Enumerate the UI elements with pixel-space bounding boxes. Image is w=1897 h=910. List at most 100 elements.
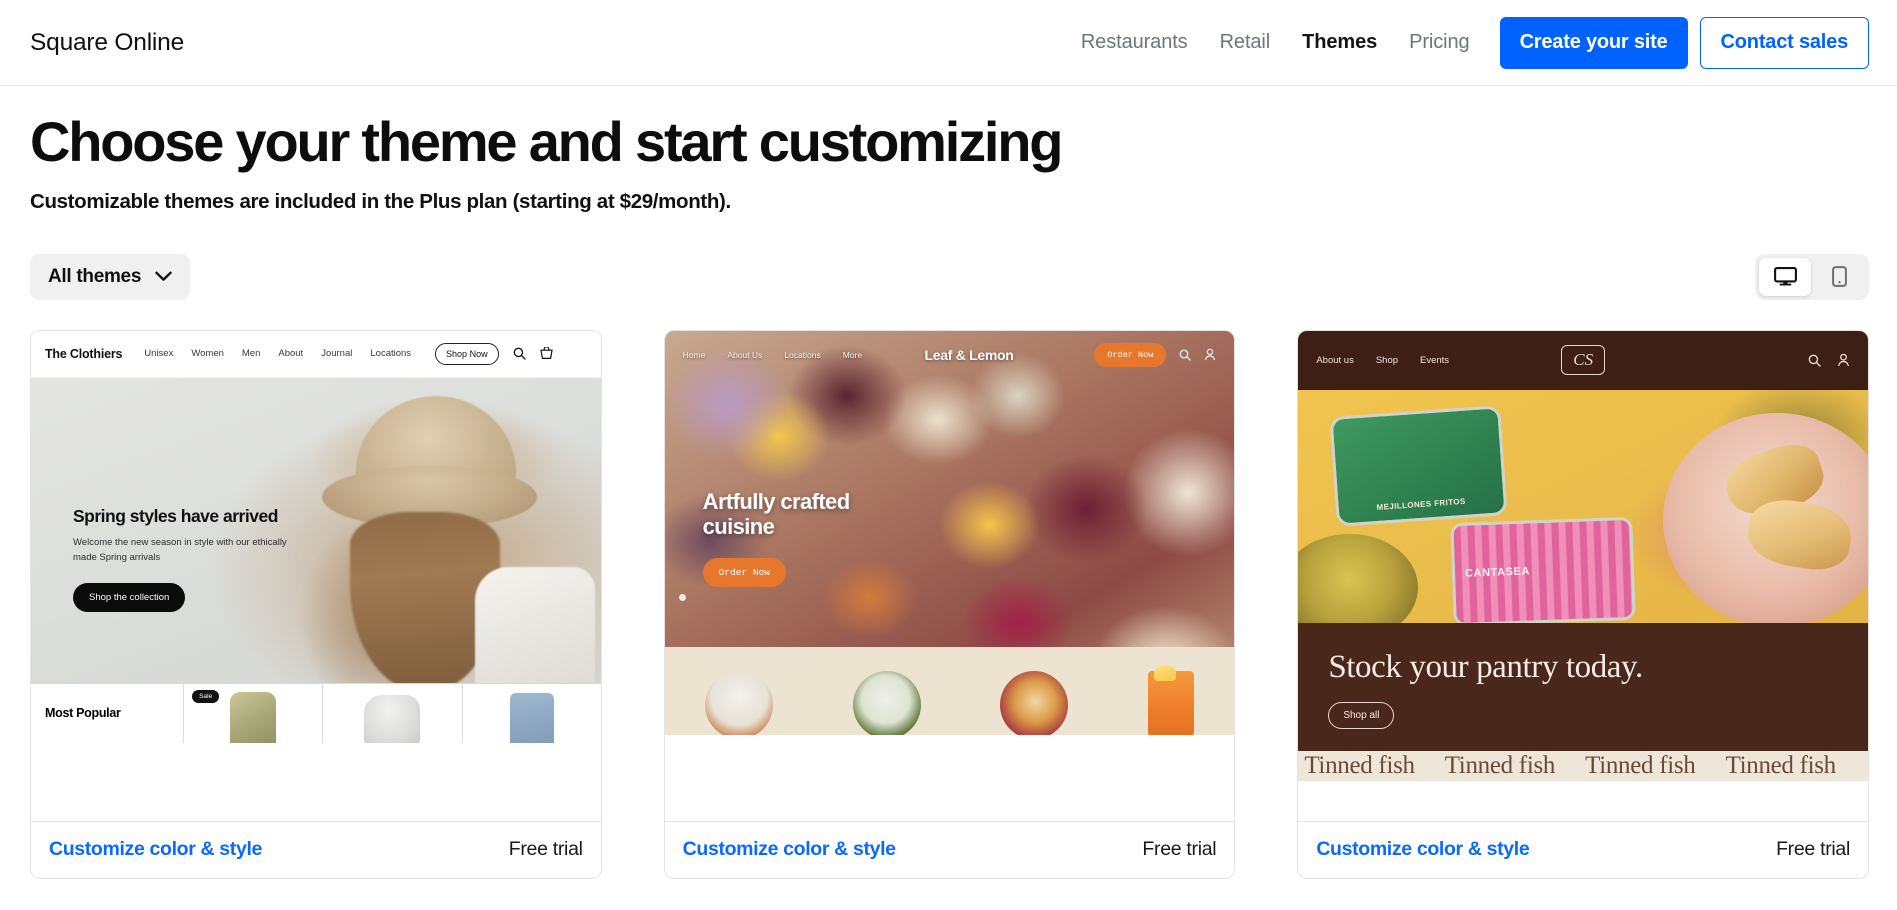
dish-image-2: [852, 670, 921, 735]
theme-card[interactable]: About us Shop Events CS MEJILLONES FRITO…: [1297, 329, 1869, 879]
product-image-jacket: [230, 692, 277, 743]
search-icon: [513, 347, 526, 360]
preview-navbar: The Clothiers Unisex Women Men About Jou…: [31, 330, 601, 378]
free-trial-label: Free trial: [1142, 838, 1217, 861]
primary-navigation: Restaurants Retail Themes Pricing Create…: [1065, 16, 1869, 69]
preview-nav-about-us: About us: [1316, 354, 1354, 366]
hero-cta-button: Shop all: [1328, 701, 1395, 729]
preview-nav-about: About: [278, 348, 304, 360]
customize-color-style-link[interactable]: Customize color & style: [49, 838, 262, 861]
account-icon: [1205, 348, 1216, 361]
brand-logo[interactable]: Square Online: [30, 29, 184, 57]
contact-sales-button[interactable]: Contact sales: [1699, 16, 1869, 69]
product-image-olives: [1298, 534, 1418, 623]
preview-navbar: About us Shop Events CS: [1298, 330, 1868, 390]
theme-card-footer: Customize color & style Free trial: [664, 820, 1235, 878]
preview-nav-locations: Locations: [784, 349, 821, 360]
preview-hero: Spring styles have arrived Welcome the n…: [31, 377, 601, 683]
theme-card[interactable]: The Clothiers Unisex Women Men About Jou…: [30, 329, 602, 879]
cart-icon: [539, 346, 553, 359]
desktop-preview-button[interactable]: [1759, 257, 1811, 296]
preview-nav-about-us: About Us: [727, 349, 763, 360]
preview-order-now-button: Order Now: [1094, 342, 1167, 367]
dish-image-3: [1000, 670, 1069, 735]
preview-nav-home: Home: [682, 349, 706, 360]
preview-nav-men: Men: [241, 348, 261, 360]
carousel-dot: [678, 593, 686, 601]
hero-title: Stock your pantry today.: [1328, 648, 1643, 685]
search-icon: [1808, 354, 1821, 367]
product-image-hoodie: [364, 695, 421, 743]
sale-badge: Sale: [192, 689, 220, 703]
hero-cta-button: Order Now: [702, 558, 786, 588]
preview-nav-journal: Journal: [321, 348, 353, 360]
device-preview-toggle: [1755, 253, 1869, 300]
customize-color-style-link[interactable]: Customize color & style: [683, 838, 896, 861]
site-header: Square Online Restaurants Retail Themes …: [0, 0, 1897, 86]
nav-item-themes[interactable]: Themes: [1286, 31, 1393, 54]
product-image-jeans: [509, 693, 554, 743]
preview-nav-locations: Locations: [370, 348, 412, 360]
preview-product-strip: [664, 646, 1235, 735]
product-image-can-green: MEJILLONES FRITOS: [1328, 404, 1508, 527]
product-cell-jeans: [462, 683, 601, 743]
all-themes-filter-dropdown[interactable]: All themes: [30, 253, 191, 300]
preview-navbar: Home About Us Locations More Leaf & Lemo…: [665, 331, 1235, 379]
page-title: Choose your theme and start customizing: [30, 110, 1063, 173]
preview-logo-monogram: CS: [1561, 345, 1606, 376]
preview-nav-more: More: [842, 349, 863, 360]
hero-title: Spring styles have arrived: [73, 505, 278, 526]
can-green-label: MEJILLONES FRITOS: [1375, 495, 1466, 512]
nav-item-retail[interactable]: Retail: [1204, 31, 1287, 54]
marquee-item: Tinned fish: [1304, 751, 1415, 779]
hero-cta-button: Shop the collection: [73, 582, 186, 612]
preview-shop-now-button: Shop Now: [435, 342, 499, 365]
nav-item-restaurants[interactable]: Restaurants: [1065, 31, 1204, 54]
product-cell-hoodie: [323, 683, 463, 743]
free-trial-label: Free trial: [508, 838, 583, 861]
customize-color-style-link[interactable]: Customize color & style: [1316, 838, 1529, 861]
free-trial-label: Free trial: [1776, 838, 1850, 861]
theme-card-footer: Customize color & style Free trial: [31, 820, 601, 878]
page-subtitle: Customizable themes are included in the …: [30, 189, 731, 213]
hero-title: Artfully crafted cuisine: [702, 488, 850, 540]
hero-photo-shirt: [475, 566, 596, 683]
dish-image-1: [704, 670, 773, 735]
preview-hero: Home About Us Locations More Leaf & Lemo…: [664, 330, 1235, 735]
theme-preview-clothiers[interactable]: The Clothiers Unisex Women Men About Jou…: [31, 330, 601, 821]
hero-copy: Artfully crafted cuisine Order Now: [702, 488, 893, 588]
preview-product-row: Most Popular Sale: [31, 682, 601, 743]
theme-card-footer: Customize color & style Free trial: [1298, 820, 1868, 878]
most-popular-label: Most Popular: [45, 706, 121, 721]
hero-copy: Stock your pantry today. Shop all: [1298, 622, 1868, 751]
page-heading-block: Choose your theme and start customizing …: [0, 86, 1897, 214]
filter-toolbar: All themes: [0, 253, 1897, 300]
marquee-strip: Tinned fish Tinned fish Tinned fish Tinn…: [1298, 750, 1868, 781]
theme-card[interactable]: Home About Us Locations More Leaf & Lemo…: [663, 329, 1236, 879]
product-cell-jacket: Sale: [184, 683, 324, 743]
chevron-down-icon: [155, 271, 172, 282]
create-your-site-button[interactable]: Create your site: [1499, 16, 1688, 69]
theme-card-grid: The Clothiers Unisex Women Men About Jou…: [0, 329, 1897, 879]
can-pink-label: CANTASEA: [1464, 565, 1531, 581]
preview-nav-women: Women: [191, 348, 224, 360]
preview-nav-unisex: Unisex: [144, 348, 174, 360]
preview-hero-photo: MEJILLONES FRITOS CANTASEA: [1298, 389, 1868, 623]
preview-nav-shop: Shop: [1375, 354, 1399, 366]
marquee-item: Tinned fish: [1725, 751, 1837, 779]
preview-nav-events: Events: [1420, 354, 1450, 366]
preview-logo: The Clothiers: [45, 346, 123, 361]
hero-copy: Spring styles have arrived Welcome the n…: [73, 506, 303, 612]
theme-preview-tinned-fish[interactable]: About us Shop Events CS MEJILLONES FRITO…: [1298, 330, 1868, 821]
nav-item-pricing[interactable]: Pricing: [1393, 31, 1485, 54]
mobile-icon: [1831, 266, 1847, 288]
mobile-preview-button[interactable]: [1813, 258, 1865, 296]
product-image-can-pink: CANTASEA: [1450, 517, 1637, 623]
search-icon: [1179, 349, 1192, 361]
hero-text: Welcome the new season in style with our…: [73, 537, 287, 563]
drink-image-1: [1148, 664, 1195, 735]
marquee-item: Tinned fish: [1585, 751, 1696, 779]
theme-preview-leaf-lemon[interactable]: Home About Us Locations More Leaf & Lemo…: [664, 330, 1235, 821]
filter-label: All themes: [48, 265, 142, 287]
account-icon: [1838, 354, 1849, 367]
